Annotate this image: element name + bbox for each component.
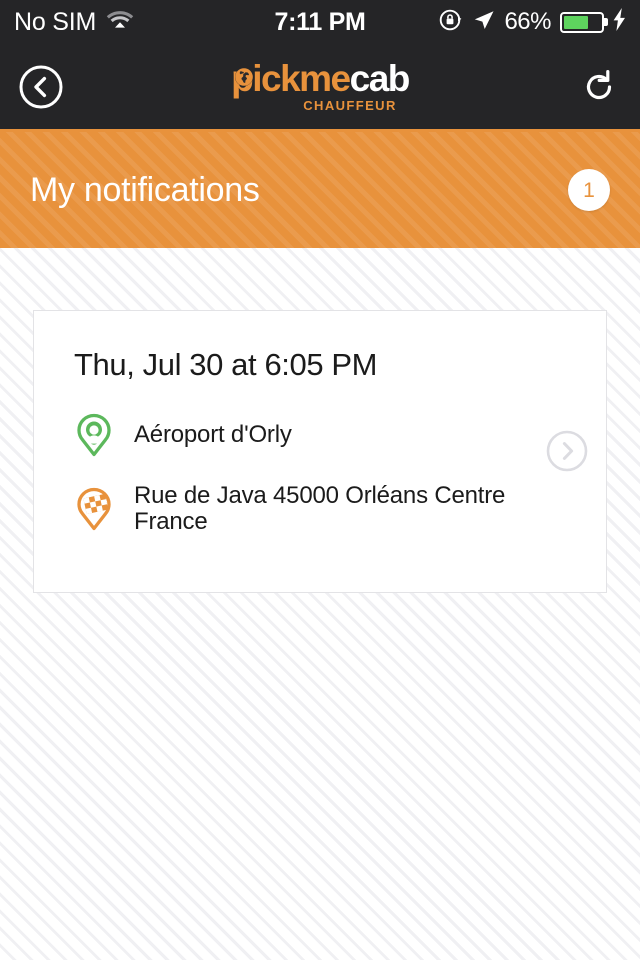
page-title: My notifications [30,170,260,209]
status-bar: No SIM 7:11 PM 66% [0,0,640,44]
battery-percent-label: 66% [504,8,551,35]
rotation-lock-icon [438,7,464,38]
content-area: Thu, Jul 30 at 6:05 PM Aéroport d'Orly R… [0,248,640,593]
dropoff-address: Rue de Java 45000 Orléans Centre France [134,482,506,536]
dropoff-row: Rue de Java 45000 Orléans Centre France [74,482,572,536]
battery-fill [564,15,588,29]
back-button[interactable] [18,64,64,110]
status-bar-left: No SIM [14,8,134,37]
brand-name-primary: pickme [231,58,351,99]
carrier-label: No SIM [14,7,97,36]
app-header: pickme cab CHAUFFEUR [0,44,640,132]
battery-icon [560,11,604,33]
location-arrow-icon [473,9,495,36]
refresh-button[interactable] [576,64,622,110]
brand-wordmark: pickme cab [231,58,411,99]
pin-flag-icon [77,488,111,531]
brand-name-secondary: cab [349,58,411,99]
clock-label: 7:11 PM [274,7,366,36]
brand-logo: pickme cab CHAUFFEUR [0,60,640,113]
notification-count-badge: 1 [568,169,610,211]
pickup-address: Aéroport d'Orly [134,420,292,448]
brand-tagline: CHAUFFEUR [303,98,397,113]
open-notification-button[interactable] [546,430,588,472]
notification-date: Thu, Jul 30 at 6:05 PM [74,347,378,382]
section-header: My notifications 1 [0,132,640,248]
status-bar-right: 66% [438,7,626,38]
pickup-row: Aéroport d'Orly [74,413,572,457]
globe-icon [235,68,254,86]
wifi-icon [106,9,134,35]
notification-card[interactable]: Thu, Jul 30 at 6:05 PM Aéroport d'Orly R… [33,310,607,593]
pin-person-icon [77,413,111,457]
brand-p-with-globe: pickme [231,58,351,99]
lightning-bolt-icon [613,8,626,36]
